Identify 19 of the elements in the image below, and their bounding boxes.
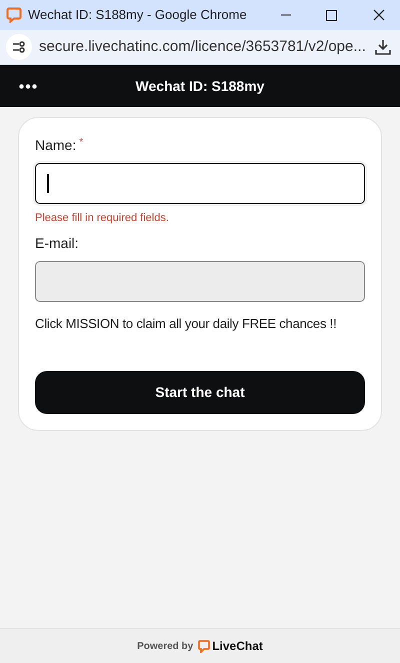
close-icon[interactable] [373, 9, 385, 21]
site-info-icon[interactable] [6, 34, 32, 60]
text-cursor [47, 174, 48, 193]
chat-bubble-icon[interactable] [198, 640, 210, 652]
field-label: E-mail: [35, 234, 79, 252]
powered-by-text: Powered by [137, 640, 194, 654]
input-field[interactable] [35, 163, 365, 204]
error-text: Please fill in required fields. [35, 211, 170, 226]
chat-bubble-icon [6, 7, 22, 23]
window-title: Wechat ID: S188my - Google Chrome [28, 6, 247, 24]
start-chat-button[interactable]: Start the chat [35, 371, 365, 414]
info-text: Click MISSION to claim all your daily FREE chances !! [35, 314, 338, 333]
header-title: Wechat ID: S188my [134, 76, 266, 96]
maximize-icon[interactable] [326, 10, 337, 20]
more-icon[interactable] [19, 84, 37, 88]
download-icon[interactable] [375, 39, 391, 55]
required-mark: * [79, 136, 84, 150]
brand-name[interactable]: LiveChat [212, 637, 263, 655]
field-label: Name: [35, 136, 76, 155]
